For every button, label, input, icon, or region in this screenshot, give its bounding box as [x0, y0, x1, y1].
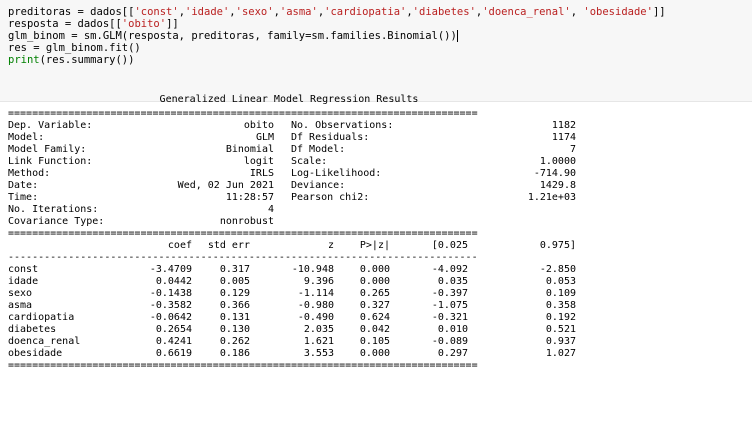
code-cell[interactable]: preditoras = dados[['const','idade','sex… — [0, 0, 752, 102]
row-name: asma — [8, 300, 33, 311]
cell-output: Generalized Linear Model Regression Resu… — [0, 94, 752, 421]
row-value: 0.521 — [545, 324, 576, 335]
code-line-5: print(res.summary()) — [8, 54, 135, 66]
row-value: -0.089 — [431, 336, 468, 347]
info-value: Wed, 02 Jun 2021 — [177, 180, 274, 191]
column-header: 0.975] — [539, 240, 576, 251]
row-value: 0.186 — [219, 348, 250, 359]
row-value: 0.937 — [545, 336, 576, 347]
code-line-4: res = glm_binom.fit() — [8, 42, 141, 54]
row-value: 0.035 — [437, 276, 468, 287]
info-label: Link Function: — [8, 156, 93, 167]
summary-title: Generalized Linear Model Regression Resu… — [159, 94, 419, 105]
info-value: logit — [243, 156, 274, 167]
row-name: idade — [8, 276, 39, 287]
info-label: Model: — [8, 132, 45, 143]
row-value: 0.005 — [219, 276, 250, 287]
row-value: 0.366 — [219, 300, 250, 311]
row-value: 0.192 — [545, 312, 576, 323]
info-value: IRLS — [249, 168, 274, 179]
info-value: obito — [243, 120, 274, 131]
info-label: Dep. Variable: — [8, 120, 93, 131]
info-label: Df Residuals: — [291, 132, 370, 143]
row-value: -0.321 — [431, 312, 468, 323]
row-value: 0.129 — [219, 288, 250, 299]
row-value: 0.000 — [359, 348, 390, 359]
info-value: 1.21e+03 — [527, 192, 576, 203]
row-value: 0.000 — [359, 264, 390, 275]
code-line-2: resposta = dados[['obito']] — [8, 18, 179, 30]
row-value: 1.027 — [545, 348, 576, 359]
rule-bottom: ========================================… — [8, 360, 478, 371]
row-value: 0.297 — [437, 348, 468, 359]
info-label: Model Family: — [8, 144, 87, 155]
text-cursor — [456, 30, 458, 42]
row-name: cardiopatia — [8, 312, 75, 323]
info-label: Log-Likelihood: — [291, 168, 382, 179]
row-value: 0.358 — [545, 300, 576, 311]
row-value: 0.327 — [359, 300, 390, 311]
info-label: Df Model: — [291, 144, 346, 155]
info-value: 4 — [267, 204, 274, 215]
code-line-1: preditoras = dados[['const','idade','sex… — [8, 6, 666, 18]
code-line-3: glm_binom = sm.GLM(resposta, preditoras,… — [8, 30, 458, 42]
info-value: 7 — [569, 144, 576, 155]
info-label: Date: — [8, 180, 39, 191]
column-header: [0.025 — [431, 240, 468, 251]
row-value: 0.265 — [359, 288, 390, 299]
row-name: const — [8, 264, 39, 275]
info-value: 1182 — [551, 120, 576, 131]
rule-header: ----------------------------------------… — [8, 252, 478, 263]
row-value: 0.010 — [437, 324, 468, 335]
row-name: sexo — [8, 288, 33, 299]
info-label: No. Iterations: — [8, 204, 99, 215]
row-value: -2.850 — [539, 264, 576, 275]
column-header: std err — [207, 240, 250, 251]
info-label: Deviance: — [291, 180, 346, 191]
info-value: -714.90 — [533, 168, 576, 179]
row-value: 0.624 — [359, 312, 390, 323]
row-name: obesidade — [8, 348, 63, 359]
row-value: 0.109 — [545, 288, 576, 299]
row-value: -4.092 — [431, 264, 468, 275]
row-name: diabetes — [8, 324, 57, 335]
rule-top: ========================================… — [8, 108, 478, 119]
row-value: 0.131 — [219, 312, 250, 323]
info-label: Scale: — [291, 156, 328, 167]
info-value: 1.0000 — [539, 156, 576, 167]
row-value: 0.105 — [359, 336, 390, 347]
info-value: GLM — [255, 132, 274, 143]
info-value: 11:28:57 — [225, 192, 274, 203]
row-value: 0.262 — [219, 336, 250, 347]
row-value: 0.053 — [545, 276, 576, 287]
info-label: Covariance Type: — [8, 216, 105, 227]
row-value: 0.000 — [359, 276, 390, 287]
rule-info: ========================================… — [8, 228, 478, 239]
row-value: 0.130 — [219, 324, 250, 335]
info-label: No. Observations: — [291, 120, 394, 131]
row-value: 0.317 — [219, 264, 250, 275]
info-value: 1174 — [551, 132, 576, 143]
row-value: -1.075 — [431, 300, 468, 311]
info-label: Pearson chi2: — [291, 192, 370, 203]
row-name: doenca_renal — [8, 336, 81, 347]
info-value: 1429.8 — [539, 180, 576, 191]
row-value: 0.042 — [359, 324, 390, 335]
info-value: Binomial — [225, 144, 274, 155]
info-label: Method: — [8, 168, 51, 179]
column-header: P>|z| — [359, 240, 390, 251]
info-value: nonrobust — [219, 216, 274, 227]
row-value: -0.397 — [431, 288, 468, 299]
info-label: Time: — [8, 192, 39, 203]
